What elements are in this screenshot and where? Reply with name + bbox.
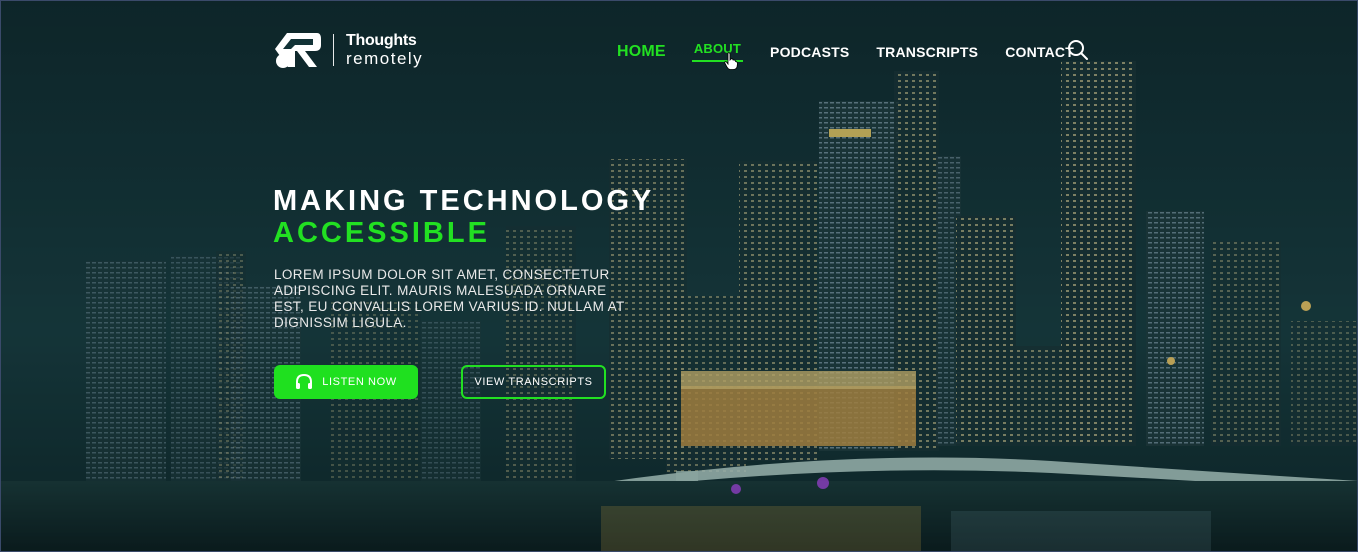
listen-now-button[interactable]: LISTEN NOW bbox=[274, 365, 418, 399]
view-transcripts-button[interactable]: VIEW TRANSCRIPTS bbox=[461, 365, 606, 399]
listen-now-label: LISTEN NOW bbox=[322, 376, 397, 388]
nav-transcripts[interactable]: TRANSCRIPTS bbox=[876, 44, 978, 60]
nav-podcasts[interactable]: PODCASTS bbox=[770, 44, 849, 60]
logo-mark-icon bbox=[275, 33, 321, 68]
main-nav: HOME ABOUT PODCASTS TRANSCRIPTS CONTACT bbox=[617, 41, 1101, 62]
site-header: Thoughts remotely HOME ABOUT PODCASTS TR… bbox=[1, 1, 1357, 91]
view-transcripts-label: VIEW TRANSCRIPTS bbox=[474, 376, 593, 388]
search-icon[interactable] bbox=[1067, 39, 1089, 61]
hand-cursor-icon bbox=[724, 52, 738, 70]
logo-separator bbox=[333, 34, 334, 66]
nav-home[interactable]: HOME bbox=[617, 43, 666, 61]
brand-line-1: Thoughts bbox=[346, 32, 417, 49]
hero-section: Thoughts remotely HOME ABOUT PODCASTS TR… bbox=[0, 0, 1358, 552]
nav-contact[interactable]: CONTACT bbox=[1005, 44, 1074, 60]
brand-name: Thoughts remotely bbox=[346, 32, 424, 68]
headphones-icon bbox=[296, 374, 313, 389]
brand-logo[interactable]: Thoughts remotely bbox=[273, 31, 423, 69]
hero-title: MAKING TECHNOLOGY ACCESSIBLE bbox=[273, 185, 654, 249]
hero-title-line-1: MAKING TECHNOLOGY bbox=[273, 185, 655, 217]
hero-description: LOREM IPSUM DOLOR SIT AMET, CONSECTETUR … bbox=[274, 267, 625, 330]
hero-title-line-2: ACCESSIBLE bbox=[273, 217, 490, 249]
brand-line-2: remotely bbox=[346, 49, 424, 68]
